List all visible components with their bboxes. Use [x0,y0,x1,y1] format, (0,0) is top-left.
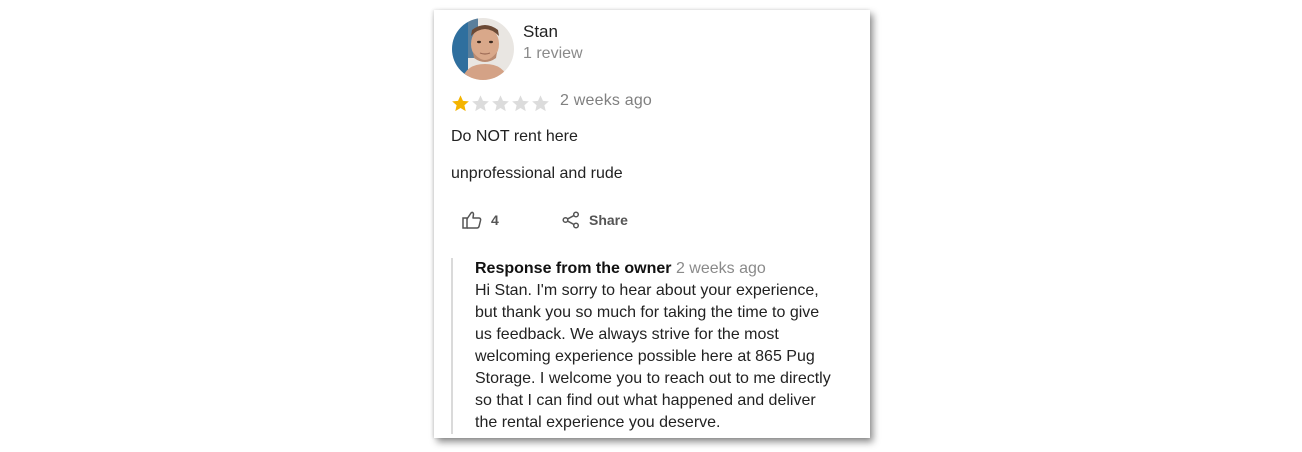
owner-response-header: Response from the owner 2 weeks ago [475,260,766,278]
owner-response-line: so that I can find out what happened and… [475,392,816,409]
reviewer-review-count: 1 review [523,45,583,62]
review-card: Stan 1 review 2 weeks ago Do NOT rent he… [434,10,870,438]
owner-response: Response from the owner 2 weeks ago Hi S… [451,258,863,434]
share-button[interactable]: Share [562,208,628,232]
owner-response-line: Storage. I welcome you to reach out to m… [475,370,831,387]
share-label: Share [589,212,628,228]
owner-response-title: Response from the owner [475,260,672,277]
like-button[interactable]: 4 [462,208,499,232]
user-photo-icon [452,18,514,80]
review-text-line: Do NOT rent here [451,128,578,145]
thumbs-up-icon [462,211,482,229]
star-empty-icon [472,94,489,111]
star-rating [451,92,551,114]
owner-response-line: welcoming experience possible here at 86… [475,348,815,365]
like-count: 4 [491,212,499,228]
star-empty-icon [492,94,509,111]
owner-response-line: but thank you so much for taking the tim… [475,304,820,321]
owner-response-line: us feedback. We always strive for the mo… [475,326,779,343]
screenshot-canvas: Stan 1 review 2 weeks ago Do NOT rent he… [0,0,1302,452]
owner-response-date: 2 weeks ago [675,260,766,277]
owner-response-line: the rental experience you deserve. [475,414,721,431]
owner-response-body: Hi Stan. I'm sorry to hear about your ex… [475,280,861,434]
review-text-line: unprofessional and rude [451,165,623,182]
star-empty-icon [532,94,549,111]
star-filled-icon [452,94,469,111]
avatar[interactable] [452,18,514,80]
star-empty-icon [512,94,529,111]
reviewer-name[interactable]: Stan [523,22,558,42]
review-date: 2 weeks ago [560,92,653,109]
share-icon [562,211,580,229]
owner-response-line: Hi Stan. I'm sorry to hear about your ex… [475,282,819,299]
